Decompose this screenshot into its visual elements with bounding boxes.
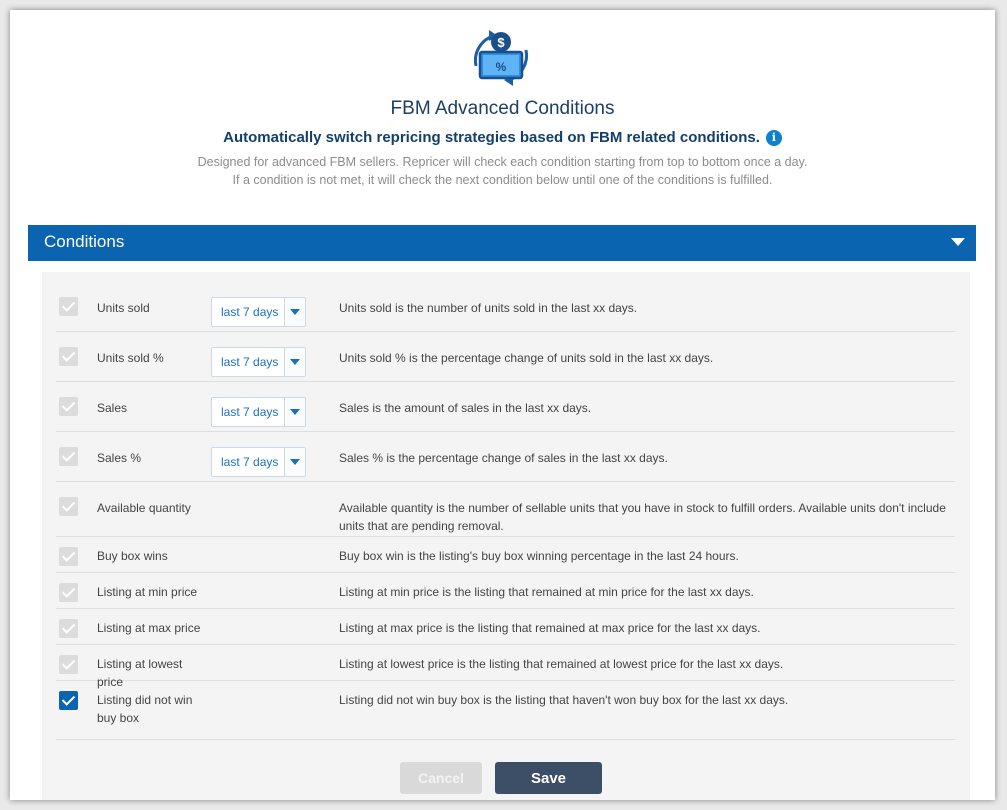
checkbox-listing-not-win-buy-box[interactable] [59, 691, 78, 710]
section-title: Conditions [44, 232, 125, 251]
info-icon[interactable]: i [765, 130, 782, 146]
condition-row-units-sold: Units sold last 7 days Units sold is the… [56, 282, 955, 332]
condition-description: Buy box win is the listing's buy box win… [339, 549, 739, 563]
condition-row-listing-min-price: Listing at min price Listing at min pric… [56, 573, 955, 609]
period-select-value: last 7 days [221, 405, 279, 419]
dropdown-arrow-icon[interactable] [284, 448, 305, 476]
condition-description: Listing at min price is the listing that… [339, 585, 754, 599]
period-select-units-sold[interactable]: last 7 days [211, 297, 306, 327]
header: % $ FBM Advanced Conditions Automaticall… [10, 10, 995, 225]
condition-description: Units sold % is the percentage change of… [339, 351, 714, 365]
condition-row-units-sold-percent: Units sold % last 7 days Units sold % is… [56, 332, 955, 382]
checkbox-listing-max-price [59, 619, 78, 638]
repricing-cycle-icon: % $ [473, 30, 529, 86]
cancel-button[interactable]: Cancel [400, 762, 482, 794]
condition-label: Sales [97, 401, 128, 415]
condition-label: Units sold [97, 301, 150, 315]
condition-label: Available quantity [97, 501, 191, 515]
period-select-value: last 7 days [221, 355, 279, 369]
checkbox-available-quantity [59, 497, 78, 516]
checkbox-sales [59, 397, 78, 416]
condition-label: Listing at min price [97, 585, 198, 599]
period-select-value: last 7 days [221, 305, 279, 319]
svg-text:%: % [496, 60, 507, 74]
period-select-sales[interactable]: last 7 days [211, 397, 306, 427]
condition-label: Sales % [97, 451, 142, 465]
fbm-conditions-dialog: % $ FBM Advanced Conditions Automaticall… [10, 10, 995, 800]
period-select-value: last 7 days [221, 455, 279, 469]
condition-row-listing-max-price: Listing at max price Listing at max pric… [56, 609, 955, 645]
page-description: Designed for advanced FBM sellers. Repri… [10, 153, 995, 189]
checkbox-listing-min-price [59, 583, 78, 602]
condition-description: Sales is the amount of sales in the last… [339, 401, 592, 415]
condition-row-sales-percent: Sales % last 7 days Sales % is the perce… [56, 432, 955, 482]
checkbox-sales-percent [59, 447, 78, 466]
description-line-2: If a condition is not met, it will check… [232, 173, 773, 187]
checkbox-buy-box-wins [59, 547, 78, 566]
condition-description: Available quantity is the number of sell… [339, 501, 946, 533]
period-select-units-sold-percent[interactable]: last 7 days [211, 347, 306, 377]
condition-row-available-quantity: Available quantity Available quantity is… [56, 482, 955, 537]
condition-description: Listing at max price is the listing that… [339, 621, 761, 635]
checkbox-units-sold [59, 297, 78, 316]
dropdown-arrow-icon[interactable] [284, 348, 305, 376]
condition-row-listing-lowest-price: Listing at lowest price Listing at lowes… [56, 645, 955, 689]
dropdown-arrow-icon[interactable] [284, 298, 305, 326]
condition-description: Listing at lowest price is the listing t… [339, 657, 784, 671]
condition-label: Listing at max price [97, 621, 201, 635]
dropdown-arrow-icon[interactable] [284, 398, 305, 426]
condition-description: Units sold is the number of units sold i… [339, 301, 638, 315]
condition-label: Buy box wins [97, 549, 168, 563]
description-line-1: Designed for advanced FBM sellers. Repri… [197, 155, 808, 169]
condition-row-buy-box-wins: Buy box wins Buy box win is the listing'… [56, 537, 955, 573]
chevron-down-icon[interactable] [951, 238, 965, 246]
condition-description: Listing did not win buy box is the listi… [339, 693, 789, 707]
subtitle-text: Automatically switch repricing strategie… [223, 129, 760, 146]
conditions-panel: Units sold last 7 days Units sold is the… [42, 272, 970, 800]
save-button[interactable]: Save [495, 762, 602, 794]
condition-row-listing-not-win-buy-box: Listing did not win buy box Listing did … [56, 681, 955, 740]
period-select-sales-percent[interactable]: last 7 days [211, 447, 306, 477]
svg-text:$: $ [497, 35, 505, 50]
condition-label: Listing did not win buy box [97, 693, 193, 725]
checkbox-listing-lowest-price [59, 655, 78, 674]
conditions-section-header[interactable]: Conditions [28, 225, 976, 261]
condition-description: Sales % is the percentage change of sale… [339, 451, 668, 465]
condition-label: Units sold % [97, 351, 164, 365]
condition-row-sales: Sales last 7 days Sales is the amount of… [56, 382, 955, 432]
page-subtitle: Automatically switch repricing strategie… [10, 129, 995, 146]
page-title: FBM Advanced Conditions [390, 98, 615, 119]
checkbox-units-sold-percent [59, 347, 78, 366]
